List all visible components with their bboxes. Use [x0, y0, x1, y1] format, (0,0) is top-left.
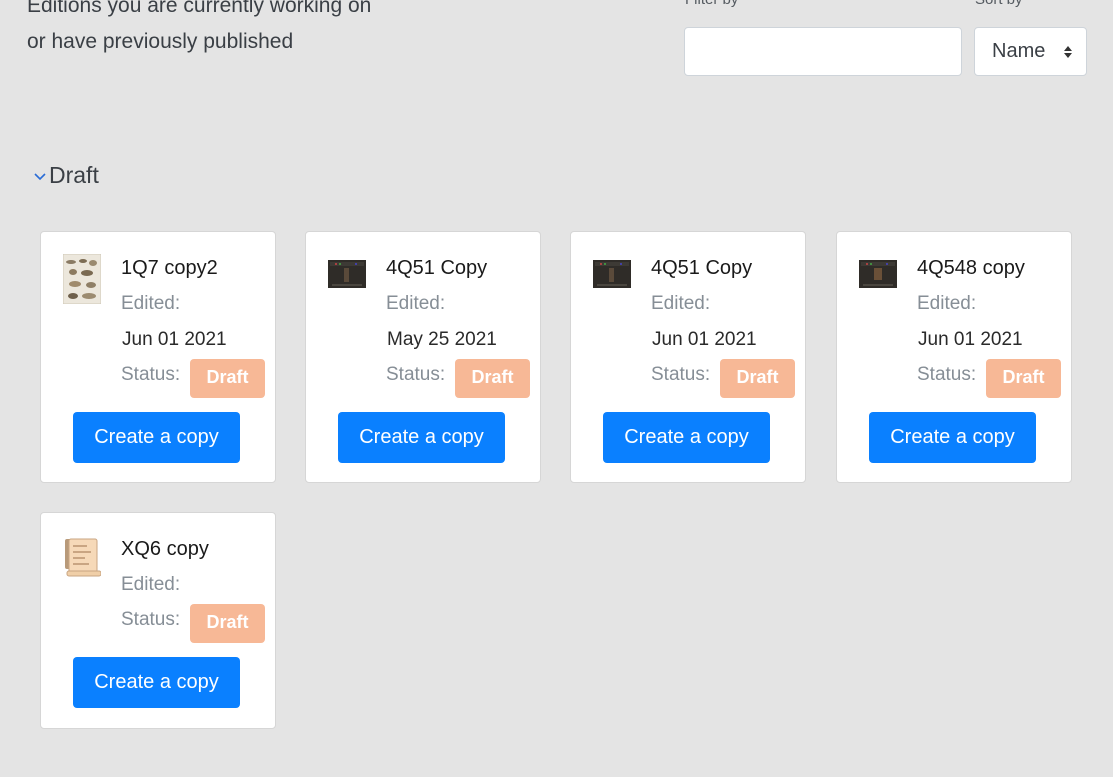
edition-card[interactable]: 4Q51 Copy Edited: May 25 2021 Status: Dr… — [305, 231, 541, 483]
status-label: Status: — [651, 364, 711, 385]
sort-select[interactable]: Name — [974, 27, 1087, 76]
create-copy-button[interactable]: Create a copy — [869, 412, 1036, 463]
edited-date: Jun 01 2021 — [122, 329, 227, 350]
sort-select-value: Name — [992, 40, 1046, 62]
edited-label: Edited: — [386, 293, 446, 314]
edited-label: Edited: — [121, 574, 181, 595]
edition-card[interactable]: 4Q548 copy Edited: Jun 01 2021 Status: D… — [836, 231, 1072, 483]
status-badge: Draft — [986, 359, 1061, 398]
edited-date: May 25 2021 — [387, 329, 497, 350]
scroll-image-thumbnail-icon — [593, 260, 631, 288]
card-title: 4Q51 Copy — [386, 257, 488, 279]
fragments-thumbnail-icon — [63, 254, 101, 304]
status-label: Status: — [386, 364, 446, 385]
status-badge: Draft — [455, 359, 530, 398]
create-copy-button[interactable]: Create a copy — [603, 412, 770, 463]
draft-section-toggle[interactable]: Draft — [33, 162, 99, 189]
status-badge: Draft — [190, 359, 265, 398]
edition-card[interactable]: 4Q51 Copy Edited: Jun 01 2021 Status: Dr… — [570, 231, 806, 483]
create-copy-button[interactable]: Create a copy — [73, 657, 240, 708]
edited-label: Edited: — [651, 293, 711, 314]
status-badge: Draft — [190, 604, 265, 643]
page-intro: Editions you are currently working on or… — [27, 0, 372, 53]
create-copy-button[interactable]: Create a copy — [73, 412, 240, 463]
scroll-image-thumbnail-icon — [859, 260, 897, 288]
status-label: Status: — [917, 364, 977, 385]
card-title: XQ6 copy — [121, 538, 209, 560]
status-label: Status: — [121, 609, 181, 630]
card-title: 4Q548 copy — [917, 257, 1025, 279]
edited-date: Jun 01 2021 — [652, 329, 757, 350]
status-label: Status: — [121, 364, 181, 385]
edition-card[interactable]: XQ6 copy Edited: Status: Draft Create a … — [40, 512, 276, 729]
edited-date: Jun 01 2021 — [918, 329, 1023, 350]
chevron-down-icon — [34, 172, 46, 180]
edited-label: Edited: — [917, 293, 977, 314]
sort-label: Sort by — [975, 0, 1023, 8]
parchment-scroll-icon — [65, 538, 101, 577]
section-title: Draft — [49, 162, 99, 188]
filter-input[interactable] — [684, 27, 962, 76]
card-title: 1Q7 copy2 — [121, 257, 218, 279]
create-copy-button[interactable]: Create a copy — [338, 412, 505, 463]
status-badge: Draft — [720, 359, 795, 398]
edition-card[interactable]: 1Q7 copy2 Edited: Jun 01 2021 Status: Dr… — [40, 231, 276, 483]
card-title: 4Q51 Copy — [651, 257, 753, 279]
scroll-image-thumbnail-icon — [328, 260, 366, 288]
edited-label: Edited: — [121, 293, 181, 314]
filter-label: Filter by — [685, 0, 738, 8]
sort-caret-icon — [1064, 45, 1072, 58]
